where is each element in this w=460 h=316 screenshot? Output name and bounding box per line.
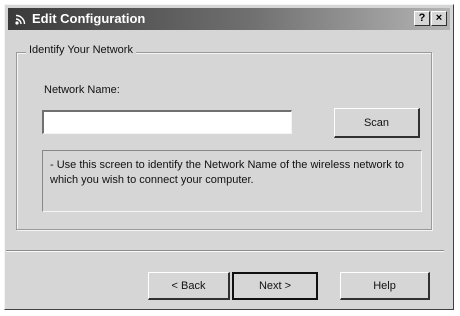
window-title: Edit Configuration: [32, 11, 146, 26]
group-legend: Identify Your Network: [26, 44, 136, 56]
next-button[interactable]: Next >: [232, 272, 318, 300]
info-bullet: -: [50, 159, 54, 171]
network-name-input[interactable]: [42, 110, 292, 134]
info-text-block: - Use this screen to identify the Networ…: [50, 158, 418, 188]
help-button[interactable]: Help: [340, 272, 430, 300]
help-button-titlebar[interactable]: ?: [414, 11, 430, 26]
network-name-label: Network Name:: [44, 84, 120, 96]
title-bar[interactable]: Edit Configuration ? ×: [8, 8, 450, 30]
wireless-signal-icon: [15, 14, 26, 25]
info-text: Use this screen to identify the Network …: [50, 159, 404, 186]
separator: [6, 250, 444, 252]
back-button[interactable]: < Back: [148, 272, 230, 300]
close-icon: ×: [435, 12, 443, 24]
scan-button[interactable]: Scan: [334, 108, 420, 138]
question-icon: ?: [418, 12, 426, 24]
close-button[interactable]: ×: [431, 11, 447, 26]
